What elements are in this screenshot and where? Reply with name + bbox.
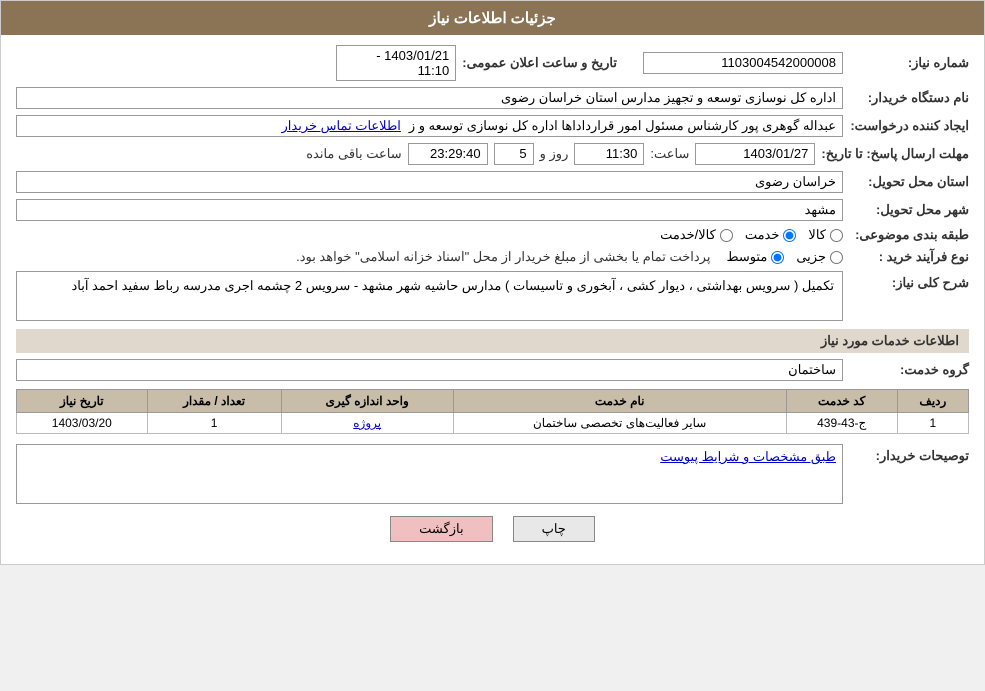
toozihat-box: طبق مشخصات و شرایط پیوست [16, 444, 843, 504]
tarikh-value: 1403/01/21 - 11:10 [336, 45, 456, 81]
farayand-motavasset-label: متوسط [726, 249, 767, 265]
tabaqe-kalakhedmat-radio[interactable] [720, 229, 733, 242]
mohlat-mande: 23:29:40 [408, 143, 488, 165]
col-tarikh: تاریخ نیاز [17, 390, 148, 413]
cell-radif: 1 [897, 413, 968, 434]
tabaqe-kala[interactable]: کالا [808, 227, 843, 243]
farayand-motavasset-radio[interactable] [771, 251, 784, 264]
farayand-jozi-label: جزیی [796, 249, 826, 265]
khadamat-table-container: ردیف کد خدمت نام خدمت واحد اندازه گیری ت… [16, 389, 969, 434]
mande-label: ساعت باقی مانده [306, 146, 401, 162]
col-nam: نام خدمت [453, 390, 786, 413]
grooh-value: ساختمان [16, 359, 843, 381]
tabaqe-khedmat-label: خدمت [745, 227, 780, 243]
col-vahed: واحد اندازه گیری [281, 390, 453, 413]
grooh-label: گروه خدمت: [849, 362, 969, 378]
mohlat-date: 1403/01/27 [695, 143, 815, 165]
col-radif: ردیف [897, 390, 968, 413]
cell-vahed[interactable]: پروژه [281, 413, 453, 434]
tabaqe-khedmat-radio[interactable] [783, 229, 796, 242]
col-tedad: تعداد / مقدار [147, 390, 281, 413]
cell-nam: سایر فعالیت‌های تخصصی ساختمان [453, 413, 786, 434]
toozihat-link[interactable]: طبق مشخصات و شرایط پیوست [660, 449, 836, 464]
shahr-label: شهر محل تحویل: [849, 202, 969, 218]
mohlat-label: مهلت ارسال پاسخ: تا تاریخ: [821, 146, 969, 162]
cell-tarikh: 1403/03/20 [17, 413, 148, 434]
toozihat-label: توصیحات خریدار: [849, 444, 969, 464]
back-button[interactable]: بازگشت [390, 516, 492, 542]
nam-dastgah-label: نام دستگاه خریدار: [849, 90, 969, 106]
col-kod: کد خدمت [786, 390, 897, 413]
tabaqe-label: طبقه بندی موضوعی: [849, 227, 969, 243]
ostan-value: خراسان رضوی [16, 171, 843, 193]
cell-tedad: 1 [147, 413, 281, 434]
noe-farayand-label: نوع فرآیند خرید : [849, 249, 969, 265]
tabaqe-kala-label: کالا [808, 227, 826, 243]
tabaqe-kala-khedmat[interactable]: کالا/خدمت [660, 227, 733, 243]
farayand-desc: پرداخت تمام یا بخشی از مبلغ خریدار از مح… [296, 249, 710, 265]
page-title: جزئیات اطلاعات نیاز [429, 10, 556, 27]
tabaqe-khedmat[interactable]: خدمت [745, 227, 797, 243]
cell-kod: ج-43-439 [786, 413, 897, 434]
sharh-label: شرح کلی نیاز: [849, 271, 969, 291]
ijad-konande-value: عبداله گوهری پور کارشناس مسئول امور قرار… [409, 118, 836, 134]
tabaqe-kalakhedmat-label: کالا/خدمت [660, 227, 716, 243]
ostan-label: استان محل تحویل: [849, 174, 969, 190]
page-header: جزئیات اطلاعات نیاز [1, 1, 984, 35]
noe-farayand-group: جزیی متوسط [726, 249, 843, 265]
saat-label: ساعت: [650, 146, 689, 162]
roz-label: روز و [540, 146, 569, 162]
print-button[interactable]: چاپ [513, 516, 595, 542]
mohlat-roz: 5 [494, 143, 534, 165]
shomare-niaz-label: شماره نیاز: [849, 55, 969, 71]
farayand-jozi-radio[interactable] [830, 251, 843, 264]
farayand-motavasset[interactable]: متوسط [726, 249, 784, 265]
mohlat-saat: 11:30 [574, 143, 644, 165]
table-row: 1 ج-43-439 سایر فعالیت‌های تخصصی ساختمان… [17, 413, 969, 434]
farayand-jozi[interactable]: جزیی [796, 249, 843, 265]
shomare-niaz-value: 1103004542000008 [643, 52, 843, 74]
ittela-tamas-link[interactable]: اطلاعات تماس خریدار [282, 118, 401, 134]
khadamat-section-title: اطلاعات خدمات مورد نیاز [16, 329, 969, 353]
tarikh-label: تاریخ و ساعت اعلان عمومی: [462, 55, 617, 71]
tabaqe-radio-group: کالا خدمت کالا/خدمت [660, 227, 843, 243]
khadamat-table: ردیف کد خدمت نام خدمت واحد اندازه گیری ت… [16, 389, 969, 434]
tabaqe-kala-radio[interactable] [830, 229, 843, 242]
action-buttons: چاپ بازگشت [16, 516, 969, 542]
nam-dastgah-value: اداره کل نوسازی توسعه و تجهیز مدارس استا… [16, 87, 843, 109]
ijad-konande-label: ایجاد کننده درخواست: [849, 118, 969, 134]
sharh-value: تکمیل ( سرویس بهداشتی ، دیوار کشی ، آبخو… [16, 271, 843, 321]
shahr-value: مشهد [16, 199, 843, 221]
